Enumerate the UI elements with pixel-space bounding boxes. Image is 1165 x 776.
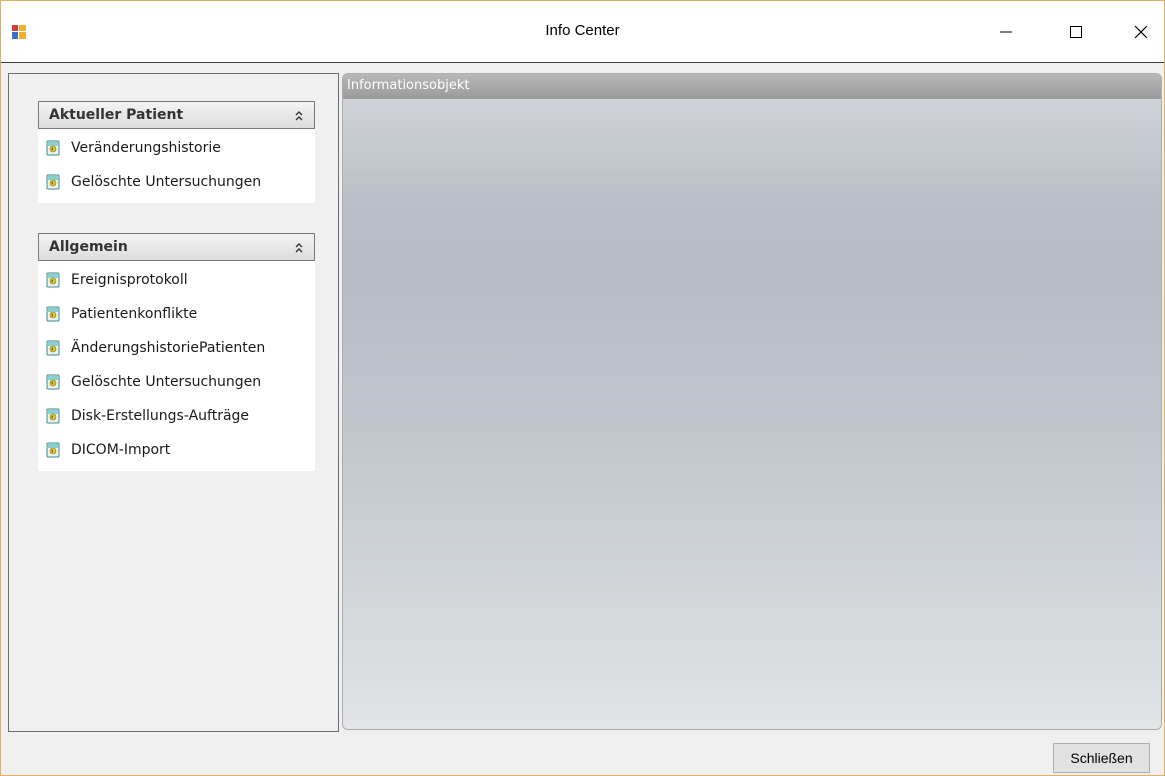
- list-item-dicom-import[interactable]: DICOM-Import: [38, 433, 315, 467]
- maximize-button[interactable]: [1053, 1, 1099, 63]
- document-icon: [46, 272, 60, 288]
- list-item-veraenderungshistorie[interactable]: Veränderungshistorie: [38, 131, 315, 165]
- document-icon: [46, 374, 60, 390]
- list-item-label: Gelöschte Untersuchungen: [71, 174, 262, 190]
- document-icon: [46, 306, 60, 322]
- list-item-geloeschte-untersuchungen[interactable]: Gelöschte Untersuchungen: [38, 165, 315, 199]
- list-item-label: ÄnderungshistoriePatienten: [71, 340, 266, 356]
- list-item-label: Patientenkonflikte: [71, 306, 198, 322]
- document-icon: [46, 140, 60, 156]
- group-header-aktueller-patient[interactable]: Aktueller Patient: [38, 101, 315, 129]
- list-item-disk-erstellungs-auftraege[interactable]: Disk-Erstellungs-Aufträge: [38, 399, 315, 433]
- group-header-label: Allgemein: [49, 239, 128, 255]
- info-center-window: Info Center Aktueller Patient Veränderun…: [0, 0, 1165, 776]
- list-item-geloeschte-untersuchungen-allgemein[interactable]: Gelöschte Untersuchungen: [38, 365, 315, 399]
- document-icon: [46, 408, 60, 424]
- group-allgemein: Allgemein Ereignisprotokoll Patientenkon…: [38, 233, 315, 471]
- close-button[interactable]: Schließen: [1053, 743, 1150, 773]
- information-object-panel: Informationsobjekt: [342, 73, 1162, 730]
- chevron-double-up-icon[interactable]: [294, 110, 304, 122]
- list-item-aenderungshistorie-patienten[interactable]: ÄnderungshistoriePatienten: [38, 331, 315, 365]
- panel-header: Informationsobjekt: [343, 74, 1161, 99]
- list-item-label: Disk-Erstellungs-Aufträge: [71, 408, 250, 424]
- chevron-double-up-icon[interactable]: [294, 242, 304, 254]
- group-aktueller-patient: Aktueller Patient Veränderungshistorie G…: [38, 101, 315, 203]
- group-header-allgemein[interactable]: Allgemein: [38, 233, 315, 261]
- close-window-button[interactable]: [1118, 1, 1164, 63]
- title-bar[interactable]: Info Center: [1, 1, 1164, 63]
- document-icon: [46, 174, 60, 190]
- minimize-icon: [1000, 31, 1012, 33]
- minimize-button[interactable]: [983, 1, 1029, 63]
- list-item-label: Gelöschte Untersuchungen: [71, 374, 262, 390]
- maximize-icon: [1070, 26, 1082, 38]
- list-item-label: DICOM-Import: [71, 442, 171, 458]
- list-item-ereignisprotokoll[interactable]: Ereignisprotokoll: [38, 263, 315, 297]
- navigation-panel: Aktueller Patient Veränderungshistorie G…: [8, 73, 339, 732]
- close-icon: [1134, 25, 1148, 39]
- document-icon: [46, 340, 60, 356]
- group-header-label: Aktueller Patient: [49, 107, 184, 123]
- list-item-label: Ereignisprotokoll: [71, 272, 188, 288]
- list-item-label: Veränderungshistorie: [71, 140, 221, 156]
- document-icon: [46, 442, 60, 458]
- list-item-patientenkonflikte[interactable]: Patientenkonflikte: [38, 297, 315, 331]
